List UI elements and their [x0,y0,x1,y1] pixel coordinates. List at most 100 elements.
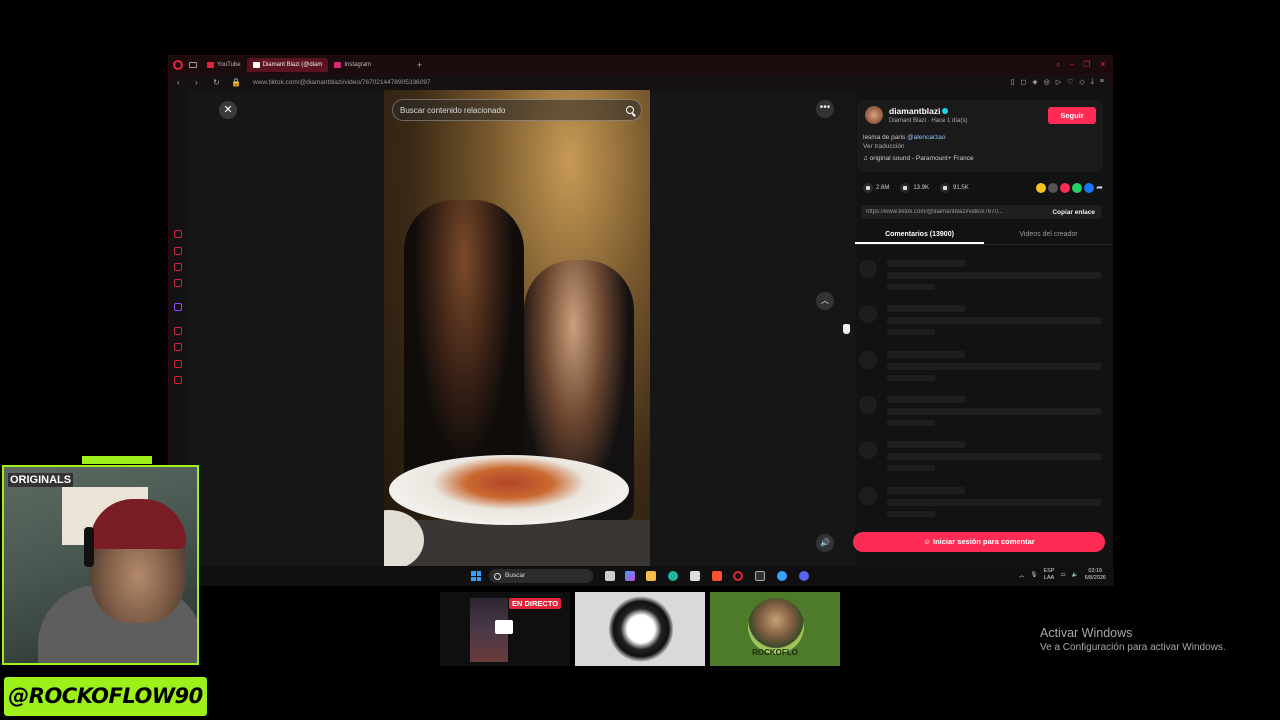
obs-icon[interactable] [755,571,765,581]
brave-icon[interactable] [712,571,722,581]
lock-icon[interactable]: 🔒 [231,78,241,87]
previous-video-button[interactable]: ︿ [816,292,834,310]
video-viewer: ✕ Buscar contenido relacionado ••• ︿ 🔊 [189,90,855,566]
close-window-button[interactable]: ✕ [1099,60,1106,70]
sidebar-chat-icon[interactable] [174,263,182,271]
skeleton-line [887,317,1101,324]
language-indicator[interactable]: ESP LAA [1044,568,1055,582]
clock-time: 03:16 [1088,568,1103,574]
taskbar-search[interactable]: Buscar [489,569,593,583]
sidebar-twitch-icon[interactable] [174,303,182,311]
bookmark-icon[interactable]: ▯ [1011,78,1015,86]
url-field[interactable]: www.tiktok.com/@diamantblazi/video/76702… [253,79,431,86]
sidebar-clock-icon[interactable] [174,343,182,351]
copilot-icon[interactable] [625,571,635,581]
coin-icon[interactable] [1036,183,1047,193]
sidebar-instagram-icon[interactable] [174,279,182,287]
play-icon[interactable]: ▷ [1056,78,1061,86]
action-bar: 2.6M 13.9K 91.5K ➦ [863,182,1103,194]
network-icon[interactable]: ▭ [1061,572,1066,578]
whatsapp-icon[interactable] [1072,183,1083,193]
scene-thumbnail-art[interactable] [575,592,705,666]
translate-link[interactable]: Ver traducción [863,143,905,150]
video-player[interactable]: Buscar contenido relacionado [384,90,650,566]
comment-button[interactable]: 13.9K [900,183,929,193]
mention-link[interactable]: @alencarzao [907,134,945,141]
download-icon[interactable]: ⤓ [1091,78,1094,86]
embed-icon[interactable] [1048,183,1059,193]
tray-chevron-icon[interactable]: ︿ [1019,571,1025,579]
sidebar-bulb-icon[interactable] [174,360,182,368]
clock[interactable]: 03:16 6/8/2026 [1085,568,1106,582]
file-explorer-icon[interactable] [646,571,656,581]
username[interactable]: diamantblazi [889,106,949,116]
related-search-input[interactable]: Buscar contenido relacionado [392,99,642,121]
sidebar-settings-icon[interactable] [174,327,182,335]
follow-button[interactable]: Seguir [1048,107,1096,124]
share-icons: ➦ [1036,183,1103,193]
more-options-button[interactable]: ••• [816,100,834,118]
opera-logo-icon[interactable] [173,60,183,70]
avatar[interactable] [865,106,883,124]
pin-icon[interactable]: ◎ [1044,78,1050,86]
scene-thumbnail-live[interactable]: EN DIRECTO [440,592,570,666]
skeleton-avatar [859,396,877,414]
extensions-icon[interactable]: ◇ [1079,78,1084,86]
back-icon[interactable]: ‹ [177,78,187,87]
window-controls: ⌕ – ❐ ✕ [1056,60,1106,70]
edge-icon[interactable] [668,571,678,581]
headset-icon [84,527,94,567]
search-tabs-icon[interactable]: ⌕ [1056,60,1060,70]
volume-icon[interactable]: 🔈 [1072,572,1079,578]
save-count: 91.5K [953,185,969,191]
heart-icon[interactable]: ♡ [1067,78,1073,86]
scene-thumbnail-avatar[interactable]: ROCKOFLO [710,592,840,666]
discord-icon[interactable] [799,571,809,581]
share-arrow-icon[interactable]: ➦ [1096,183,1103,193]
like-button[interactable]: 2.6M [863,183,889,193]
forward-icon[interactable]: › [195,78,205,87]
reload-icon[interactable]: ↻ [213,78,223,87]
skeleton-line [887,272,1101,279]
cartoon-avatar [748,598,804,654]
menu-icon[interactable]: ≡ [1100,78,1104,86]
comment-count: 13.9K [913,185,930,191]
tab-youtube[interactable]: YouTube [201,58,247,72]
sidebar-more-icon[interactable] [174,376,182,384]
facebook-icon[interactable] [1084,183,1095,193]
snapshot-icon[interactable]: ◻ [1020,78,1026,86]
lang-top: ESP [1043,568,1055,574]
store-icon[interactable] [690,571,700,581]
tab-instagram[interactable]: Instagram [328,58,377,72]
tab-tiktok[interactable]: Diamant Blazi (@diam [246,58,329,72]
maximize-button[interactable]: ❐ [1083,60,1090,70]
login-to-comment-button[interactable]: ☺ Iniciar sesión para comentar [853,532,1105,552]
save-button[interactable]: 91.5K [940,183,969,193]
minimize-button[interactable]: – [1070,60,1074,70]
task-view-icon[interactable] [605,571,615,581]
comment-skeleton [855,258,1113,294]
skeleton-line [887,305,965,312]
new-tab-button[interactable]: + [417,60,422,70]
close-video-button[interactable]: ✕ [219,101,237,119]
stream-overlay: YouTube Diamant Blazi (@diam Instagram +… [0,0,1280,720]
login-label: Iniciar sesión para comentar [933,537,1035,546]
volume-button[interactable]: 🔊 [816,534,834,552]
tab-creator-videos[interactable]: Videos del creador [984,225,1113,244]
video-description: lesma de paris @alencarzao [863,134,945,141]
tab-bar: YouTube Diamant Blazi (@diam Instagram +… [169,56,1112,74]
app-icon[interactable] [777,571,787,581]
username-text[interactable]: diamantblazi [889,106,940,116]
tiktok-share-icon[interactable] [1060,183,1071,193]
search-icon[interactable] [626,106,634,114]
opera-taskbar-icon[interactable] [733,571,743,581]
copy-link-button[interactable]: Copiar enlace [1046,209,1101,216]
sidebar-wallet-icon[interactable] [174,247,182,255]
sidebar-history-icon[interactable] [174,230,182,238]
tab-comments[interactable]: Comentarios (13900) [855,225,984,244]
sound-link[interactable]: ♫ original sound - Paramount+ France [863,155,974,162]
mic-icon[interactable]: 🎙 [1031,572,1038,578]
sidebar-toggle-icon[interactable] [189,62,197,68]
shield-icon[interactable]: ◈ [1032,78,1037,86]
windows-start-icon[interactable] [471,571,481,581]
